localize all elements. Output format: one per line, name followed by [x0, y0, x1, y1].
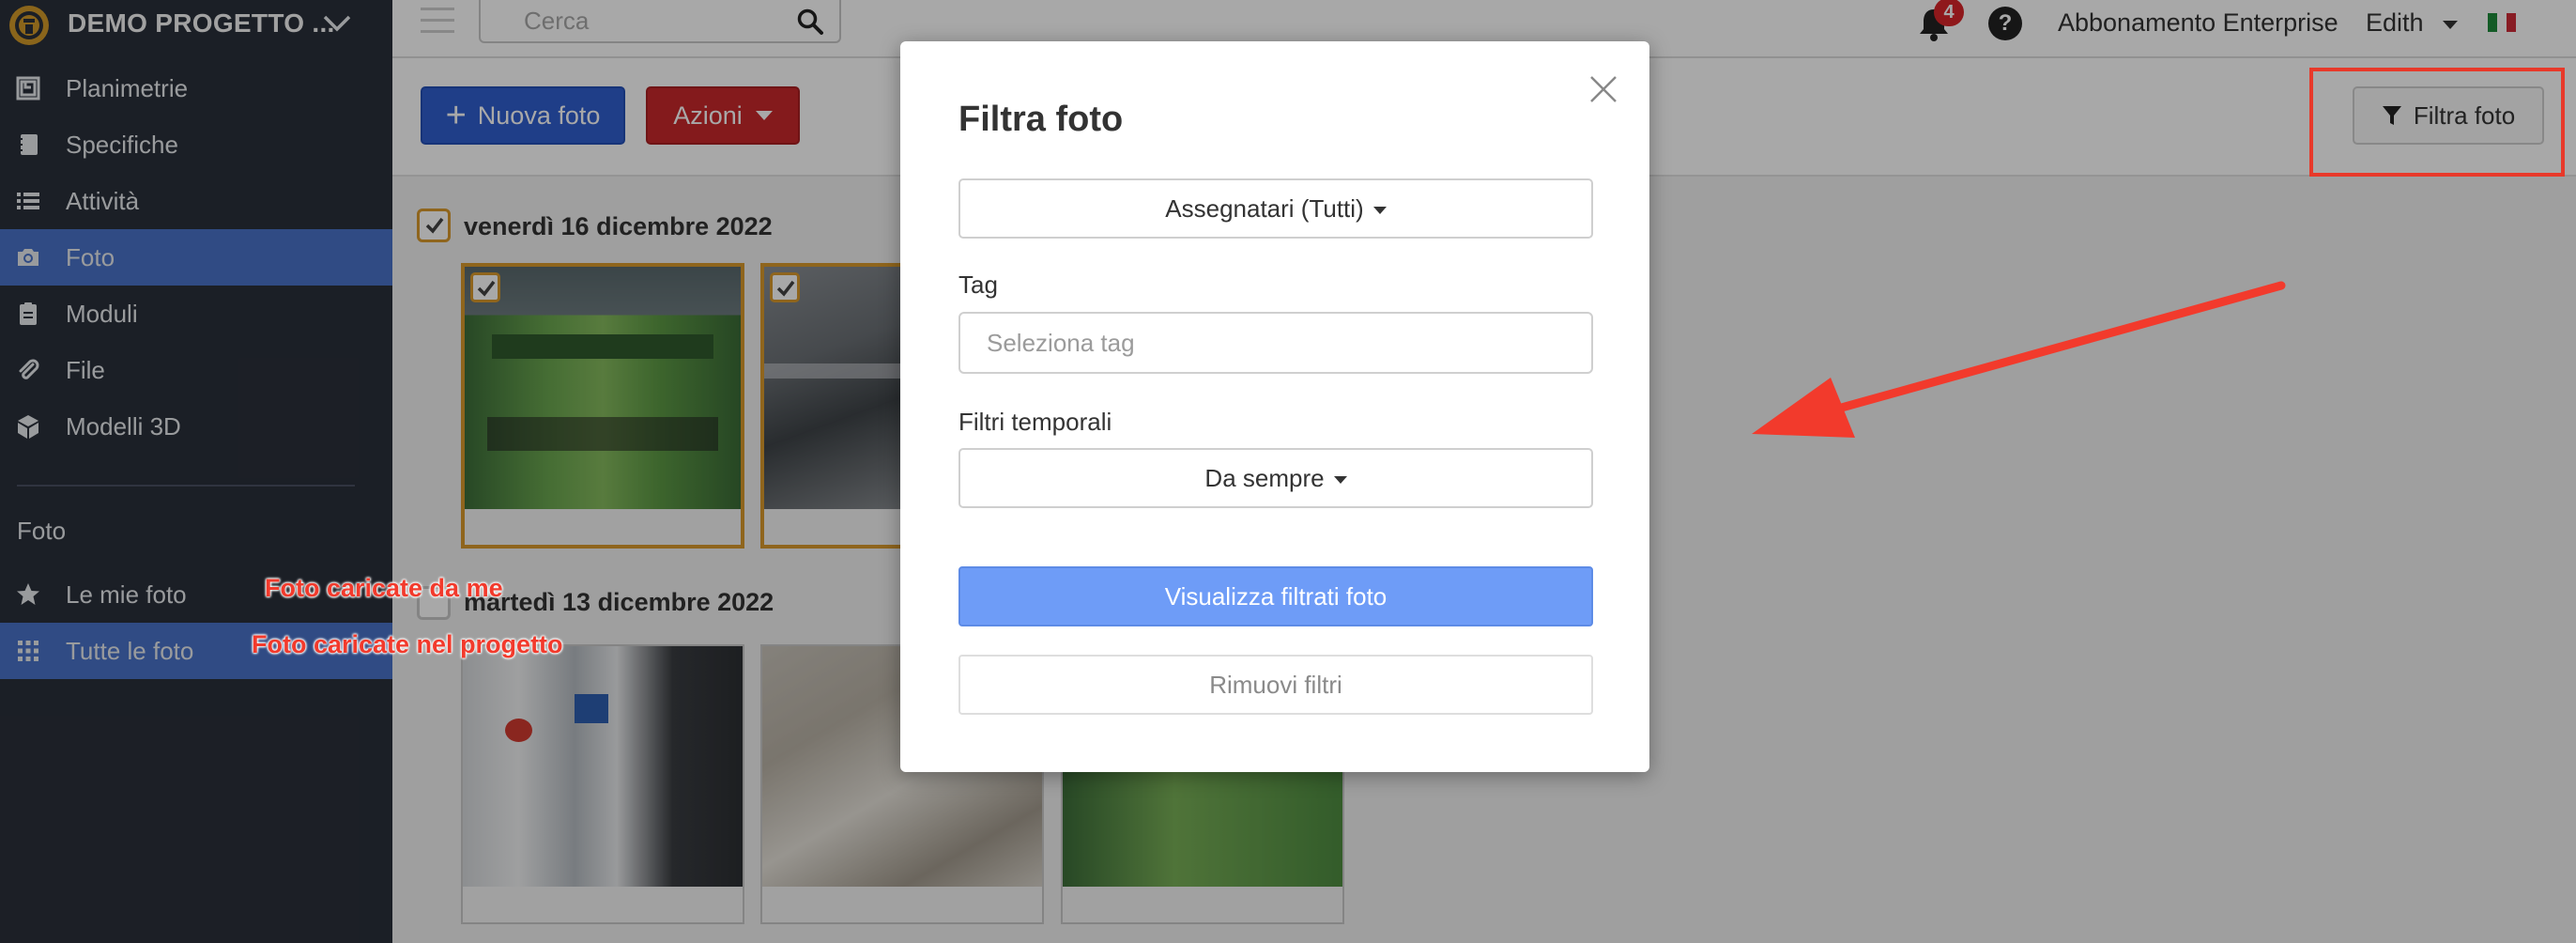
- tag-select-input[interactable]: [958, 312, 1593, 374]
- assignees-dropdown[interactable]: Assegnatari (Tutti): [958, 178, 1593, 239]
- filter-button-highlight: [2309, 68, 2565, 177]
- filter-photos-modal: Filtra foto Assegnatari (Tutti) Tag Filt…: [900, 41, 1649, 772]
- apply-filters-button[interactable]: Visualizza filtrati foto: [958, 566, 1593, 626]
- time-filter-dropdown[interactable]: Da sempre: [958, 448, 1593, 508]
- red-arrow-annotation: [1752, 281, 2286, 438]
- modal-title: Filtra foto: [958, 100, 1124, 139]
- remove-filters-button[interactable]: Rimuovi filtri: [958, 655, 1593, 715]
- time-filter-value: Da sempre: [1204, 463, 1325, 492]
- tag-label: Tag: [958, 271, 998, 299]
- annotation-my-photos: Foto caricate da me: [265, 574, 503, 602]
- caret-down-icon: [1333, 476, 1347, 484]
- annotation-all-photos: Foto caricate nel progetto: [252, 630, 563, 658]
- close-icon[interactable]: [1587, 73, 1619, 105]
- time-filters-label: Filtri temporali: [958, 408, 1112, 436]
- caret-down-icon: [1372, 207, 1387, 214]
- assignees-value: Assegnatari (Tutti): [1165, 193, 1364, 223]
